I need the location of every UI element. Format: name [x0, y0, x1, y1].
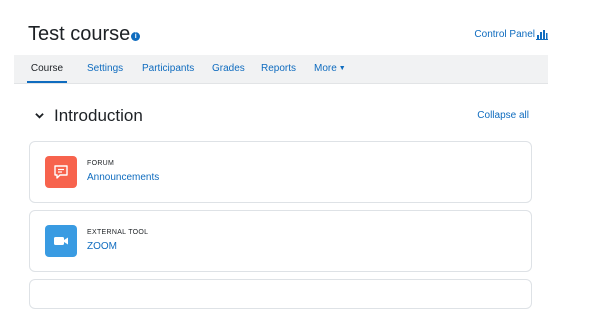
activity-link-zoom[interactable]: ZOOM: [87, 241, 117, 252]
activity-type: EXTERNAL TOOL: [87, 229, 149, 236]
chevron-down-icon: ▼: [338, 65, 346, 72]
tab-course[interactable]: Course: [27, 55, 67, 83]
activity-card: FORUM Announcements: [29, 141, 532, 203]
page-header: Test course i Control Panel: [28, 20, 548, 50]
activity-card: EXTERNAL TOOL ZOOM: [29, 210, 532, 272]
secondary-navigation: Course Settings Participants Grades Repo…: [14, 55, 548, 84]
section-header: Introduction Collapse all: [28, 102, 533, 132]
chevron-down-icon[interactable]: [35, 111, 44, 120]
tab-reports[interactable]: Reports: [261, 55, 296, 83]
info-icon[interactable]: i: [131, 32, 141, 41]
tab-participants[interactable]: Participants: [142, 55, 194, 83]
tab-settings[interactable]: Settings: [87, 55, 123, 83]
bar-chart-icon: [536, 30, 548, 40]
section-title: Introduction: [54, 106, 143, 125]
activity-type: FORUM: [87, 160, 115, 167]
control-panel-link[interactable]: Control Panel: [474, 29, 548, 40]
tab-more[interactable]: More ▼: [314, 55, 346, 83]
control-panel-label: Control Panel: [474, 29, 535, 40]
course-title: Test course: [28, 23, 131, 45]
activity-card: [29, 279, 532, 309]
forum-icon: [45, 156, 77, 188]
tab-grades[interactable]: Grades: [212, 55, 245, 83]
tab-more-label: More: [314, 63, 337, 74]
page-title: Test course i: [28, 20, 141, 48]
activity-link-announcements[interactable]: Announcements: [87, 172, 159, 183]
video-camera-icon: [45, 225, 77, 257]
collapse-all-link[interactable]: Collapse all: [477, 110, 529, 121]
